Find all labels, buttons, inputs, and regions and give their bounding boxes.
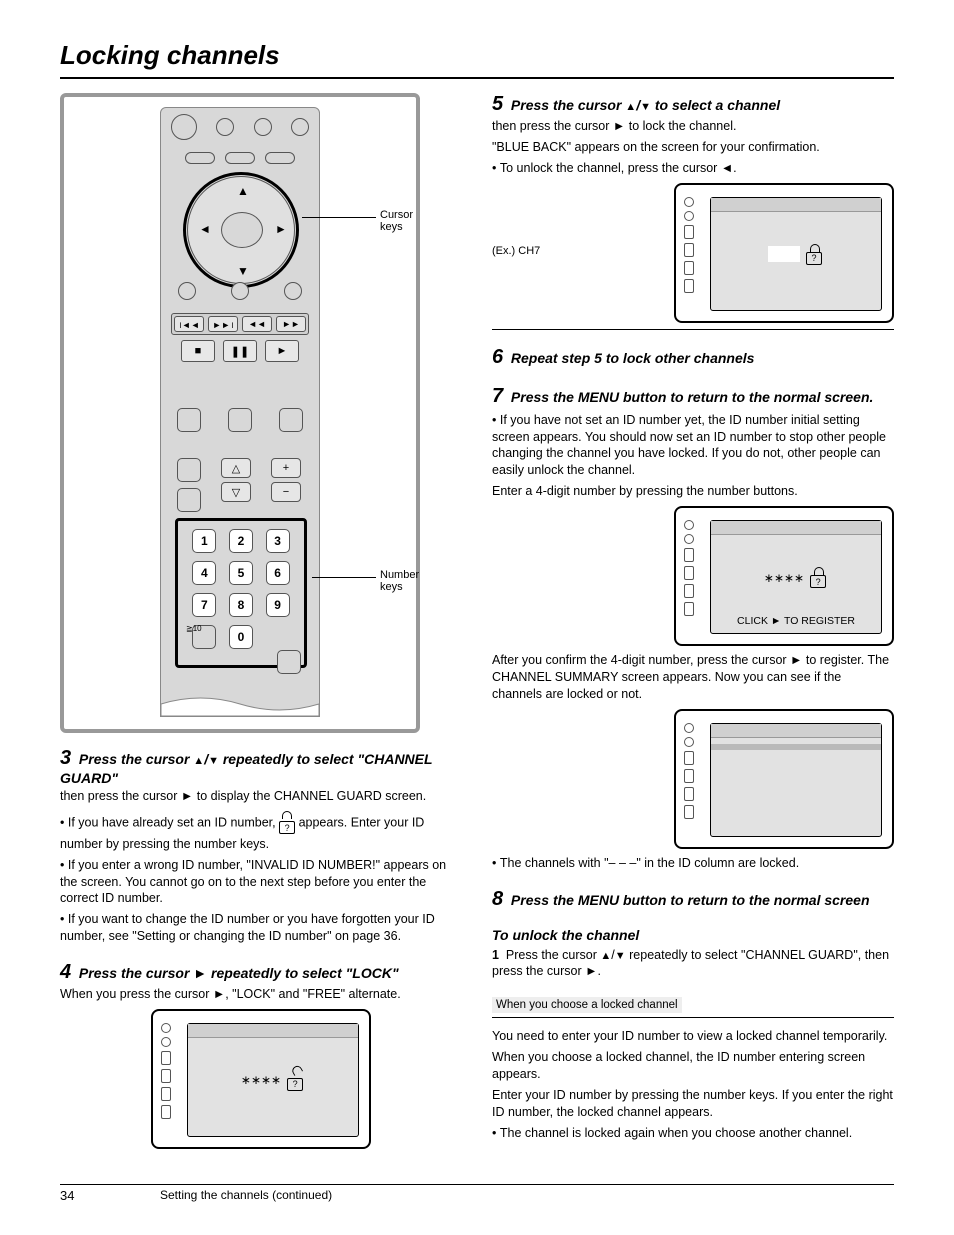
stop-icon: ■ — [181, 340, 215, 362]
square-button — [228, 408, 252, 432]
step5-body: then press the cursor ► to lock the chan… — [492, 118, 894, 135]
pill-button — [185, 152, 215, 164]
footer-rule — [60, 1184, 894, 1185]
round-button — [284, 282, 302, 300]
tv-screen-blueback: ? — [674, 183, 894, 323]
divider — [492, 1017, 894, 1018]
ffwd-icon: ►► — [276, 316, 306, 332]
minus-icon: − — [271, 482, 301, 502]
square-button — [177, 408, 201, 432]
key-4: 4 — [192, 561, 216, 585]
volume-plus-minus: + − — [271, 458, 301, 502]
step5-line1: "BLUE BACK" appears on the screen for yo… — [492, 139, 894, 156]
step3-note-c: If you want to change the ID number or y… — [60, 912, 435, 943]
skip-next-icon: ►►। — [208, 316, 238, 332]
channel-updown: △ ▽ — [221, 458, 251, 502]
key-5: 5 — [229, 561, 253, 585]
round-button — [216, 118, 234, 136]
step8-heading: 8 8 Press the MENU button to return to t… — [492, 888, 894, 911]
rewind-icon: ◄◄ — [242, 316, 272, 332]
key-6: 6 — [266, 561, 290, 585]
tv-screen-id-entry: ∗∗∗∗ ? CLICK ► TO REGISTER — [674, 506, 894, 646]
key-2: 2 — [229, 529, 253, 553]
tv-screen-summary — [674, 709, 894, 849]
unlock-heading: To unlock the channel — [492, 927, 894, 943]
square-button — [177, 488, 201, 512]
stars: ∗∗∗∗ — [241, 1073, 281, 1087]
page-heading: Locking channels — [60, 40, 894, 71]
leader-line — [302, 217, 376, 218]
step7-d: The channels with "– – –" in the ID colu… — [500, 856, 799, 870]
square-button — [277, 650, 301, 674]
click-register-label: CLICK ► TO REGISTER — [711, 615, 881, 627]
pill-button — [225, 152, 255, 164]
transport-row-2: ■ ❚❚ ► — [175, 340, 305, 362]
step7-b: Enter a 4-digit number by pressing the n… — [492, 483, 894, 500]
lock-icon: ? — [806, 244, 824, 265]
step7-heading: 7 Press the MENU button to return to the… — [492, 385, 894, 408]
round-button — [231, 282, 249, 300]
step4-heading: 4 Press the cursor ► repeatedly to selec… — [60, 961, 462, 984]
step4-body: When you press the cursor ►, "LOCK" and … — [60, 986, 462, 1003]
tv-screen-lock-free: ∗∗∗∗ ? — [151, 1009, 371, 1149]
torn-edge — [161, 686, 319, 716]
footer-text: Setting the channels (continued) — [160, 1188, 332, 1202]
view-body4: The channel is locked again when you cho… — [500, 1126, 852, 1140]
step3-body: then press the cursor ► to display the C… — [60, 788, 462, 805]
key-3: 3 — [266, 529, 290, 553]
pause-icon: ❚❚ — [223, 340, 257, 362]
pill-button — [265, 152, 295, 164]
transport-row: ।◄◄ ►►। ◄◄ ►► — [171, 313, 309, 335]
view-locked-heading: When you choose a locked channel — [492, 997, 682, 1013]
view-body3: Enter your ID number by pressing the num… — [492, 1087, 894, 1121]
divider — [492, 329, 894, 330]
step6-heading: 6 6 Repeat step 5 to lock other channels… — [492, 346, 894, 369]
step7-a: If you have not set an ID number yet, th… — [492, 413, 886, 478]
lock-icon: ? — [810, 567, 828, 588]
step7-c: After you confirm the 4-digit number, pr… — [492, 652, 894, 703]
leader-line — [312, 577, 376, 578]
step5-heading: 5 Press the cursor ▲/▼ to select a chann… — [492, 93, 894, 116]
gte10-label: ≧10 — [186, 624, 202, 633]
plus-icon: + — [271, 458, 301, 478]
key-9: 9 — [266, 593, 290, 617]
step3-heading: 3 Press the cursor ▲/▼ repeatedly to sel… — [60, 747, 462, 786]
stars: ∗∗∗∗ — [764, 571, 804, 585]
cursor-keys-label: Cursor keys — [380, 209, 416, 233]
cursor-pad: ▲ ▼ ◄ ► — [173, 172, 309, 288]
screen1-label: (Ex.) CH7 — [492, 245, 674, 257]
round-button — [291, 118, 309, 136]
up-icon: △ — [221, 458, 251, 478]
round-button — [178, 282, 196, 300]
key-7: 7 — [192, 593, 216, 617]
play-icon: ► — [265, 340, 299, 362]
page-number: 34 — [60, 1188, 74, 1203]
square-button — [279, 408, 303, 432]
number-keypad: 1 2 3 4 5 6 7 8 9 — [175, 518, 307, 668]
view-body2: When you choose a locked channel, the ID… — [492, 1049, 894, 1083]
remote-illustration: ▲ ▼ ◄ ► ।◄◄ ►►। ◄◄ ►► — [60, 93, 420, 733]
skip-prev-icon: ।◄◄ — [174, 316, 204, 332]
step3-note-b: If you enter a wrong ID number, "INVALID… — [60, 858, 446, 906]
down-icon: ▽ — [221, 482, 251, 502]
step5-line2: To unlock the channel, press the cursor … — [500, 161, 737, 175]
key-0: 0 — [229, 625, 253, 649]
square-button — [177, 458, 201, 482]
power-button — [171, 114, 197, 140]
number-keys-label: Number keys — [380, 569, 419, 593]
round-button — [254, 118, 272, 136]
unlock-icon: ? — [287, 1070, 305, 1091]
step3-note-a: If you have already set an ID number, — [68, 816, 279, 830]
key-8: 8 — [229, 593, 253, 617]
view-body1: You need to enter your ID number to view… — [492, 1028, 894, 1045]
heading-rule — [60, 77, 894, 79]
key-1: 1 — [192, 529, 216, 553]
